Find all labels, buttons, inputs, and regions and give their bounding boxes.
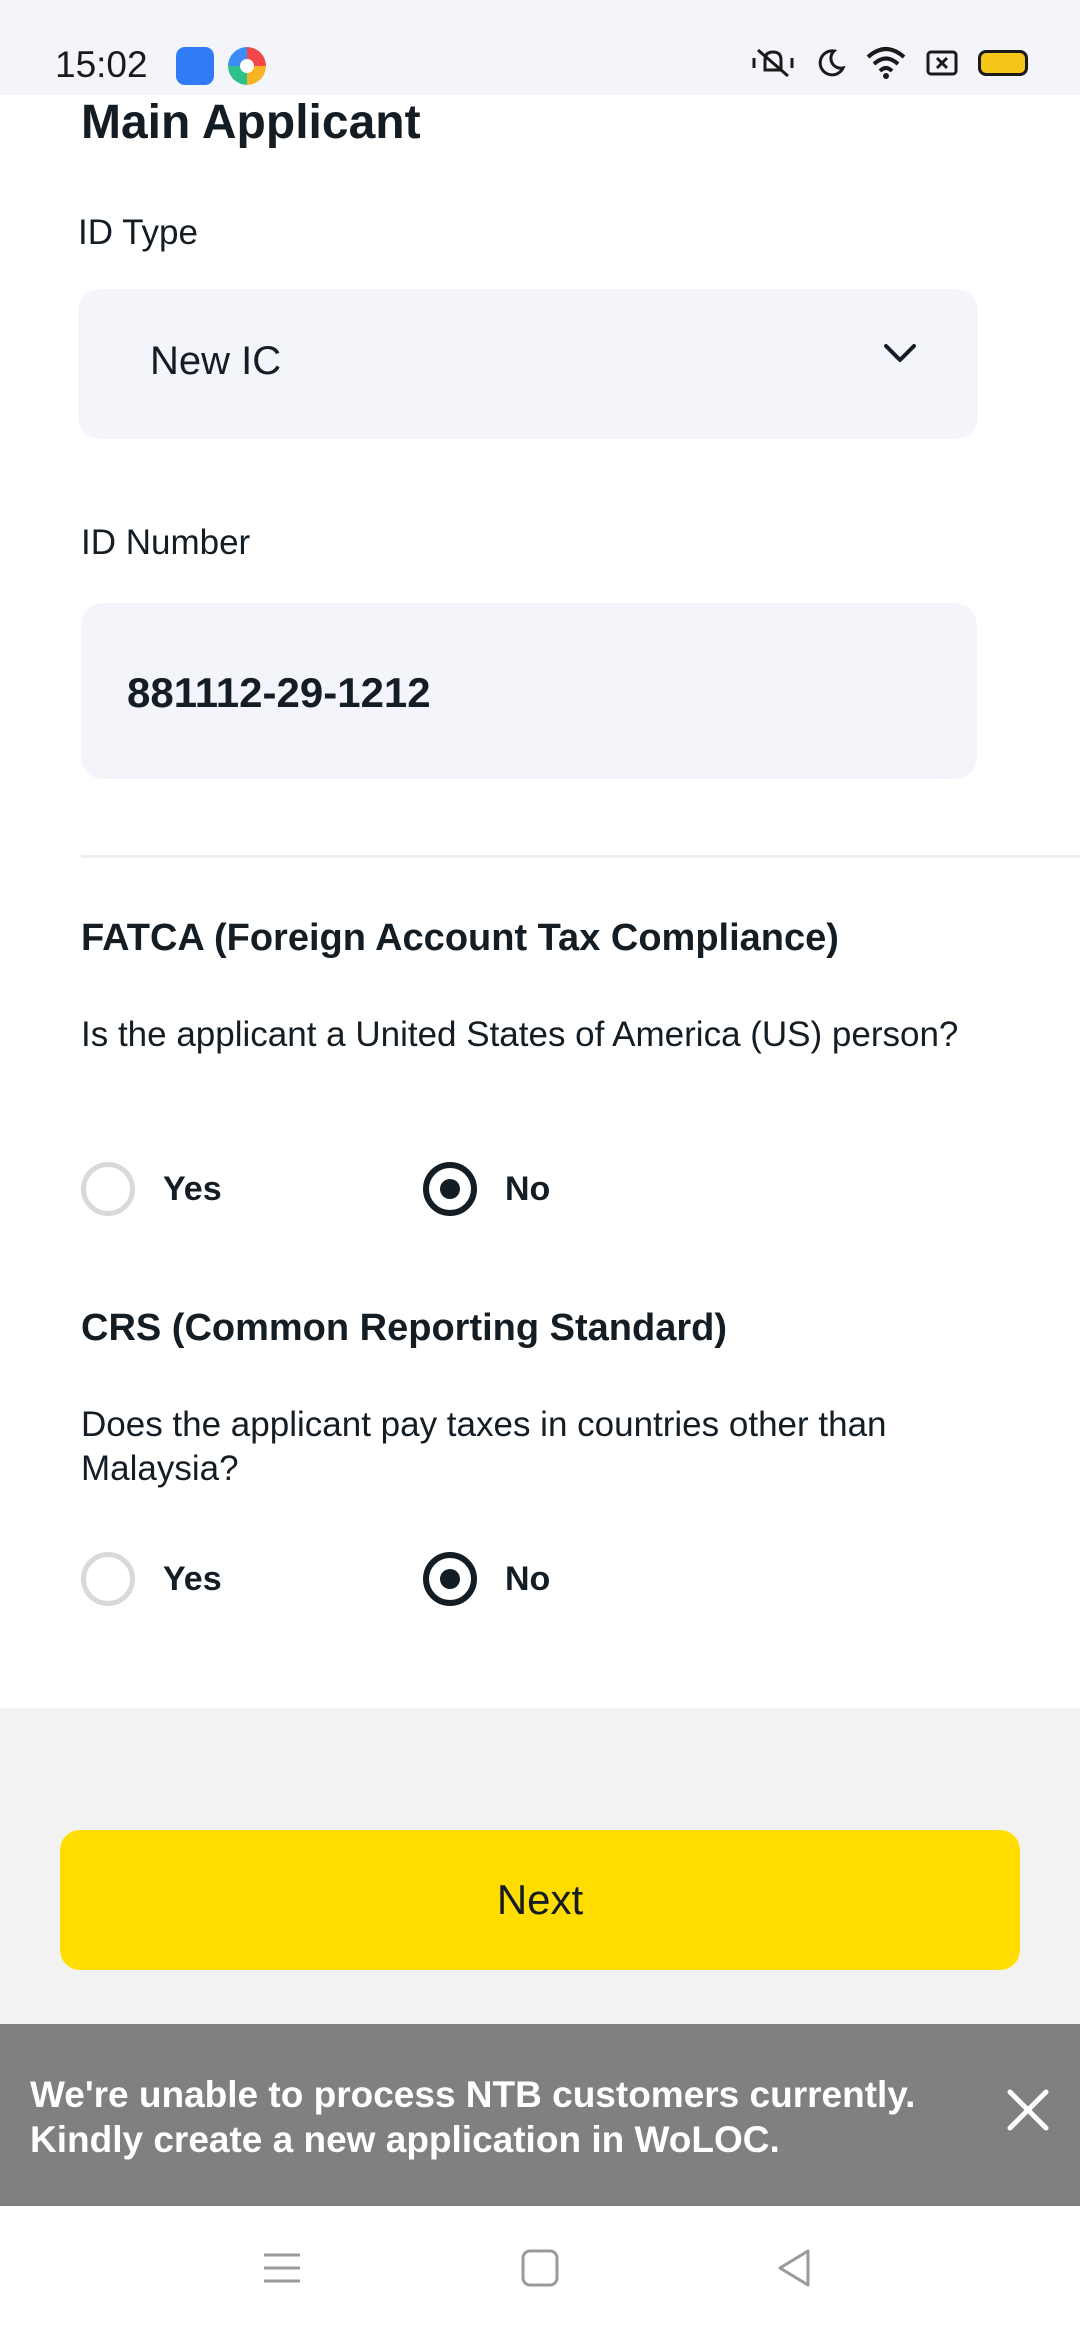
crs-yes-option[interactable]: Yes bbox=[81, 1552, 222, 1606]
wifi-icon bbox=[866, 47, 906, 79]
menu-icon[interactable] bbox=[262, 2248, 302, 2288]
toast-message: We're unable to process NTB customers cu… bbox=[30, 2074, 916, 2160]
crs-no-label: No bbox=[505, 1559, 551, 1598]
status-time: 15:02 bbox=[55, 44, 148, 85]
fatca-yes-label: Yes bbox=[163, 1169, 222, 1208]
android-app-icon bbox=[176, 47, 214, 85]
footer: Next bbox=[0, 1708, 1080, 2024]
id-type-value: New IC bbox=[150, 339, 282, 383]
fatca-title: FATCA (Foreign Account Tax Compliance) bbox=[81, 917, 839, 959]
status-icons bbox=[750, 46, 1028, 80]
close-icon[interactable] bbox=[998, 2080, 1058, 2140]
id-number-field[interactable]: 881112-29-1212 bbox=[81, 603, 977, 779]
crs-no-radio[interactable] bbox=[423, 1552, 477, 1606]
id-number-label: ID Number bbox=[81, 523, 251, 562]
navigation-bar bbox=[0, 2206, 1080, 2340]
error-toast: We're unable to process NTB customers cu… bbox=[0, 2024, 1080, 2206]
crs-question: Does the applicant pay taxes in countrie… bbox=[81, 1405, 887, 1488]
color-app-icon bbox=[228, 47, 266, 85]
id-number-value: 881112-29-1212 bbox=[127, 669, 431, 716]
chevron-down-icon bbox=[884, 344, 916, 362]
battery-icon bbox=[978, 50, 1028, 76]
id-type-select[interactable]: New IC bbox=[78, 289, 978, 439]
fatca-no-label: No bbox=[505, 1169, 551, 1208]
fatca-yes-option[interactable]: Yes bbox=[81, 1162, 222, 1216]
fatca-no-radio[interactable] bbox=[423, 1162, 477, 1216]
status-bar: 15:02 bbox=[0, 0, 1080, 95]
fatca-yes-radio[interactable] bbox=[81, 1162, 135, 1216]
divider bbox=[81, 855, 1080, 858]
crs-yes-radio[interactable] bbox=[81, 1552, 135, 1606]
fatca-question: Is the applicant a United States of Amer… bbox=[81, 1015, 959, 1054]
crs-no-option[interactable]: No bbox=[423, 1552, 550, 1606]
vibrate-muted-icon bbox=[752, 48, 794, 78]
fatca-no-option[interactable]: No bbox=[423, 1162, 550, 1216]
crs-title: CRS (Common Reporting Standard) bbox=[81, 1307, 727, 1349]
back-icon[interactable] bbox=[774, 2248, 814, 2288]
crs-yes-label: Yes bbox=[163, 1559, 222, 1598]
section-title: Main Applicant bbox=[81, 96, 421, 149]
do-not-disturb-icon bbox=[818, 49, 846, 77]
next-button[interactable]: Next bbox=[60, 1830, 1020, 1970]
id-type-label: ID Type bbox=[78, 213, 198, 252]
screen-record-icon bbox=[926, 50, 958, 76]
home-icon[interactable] bbox=[520, 2248, 560, 2288]
